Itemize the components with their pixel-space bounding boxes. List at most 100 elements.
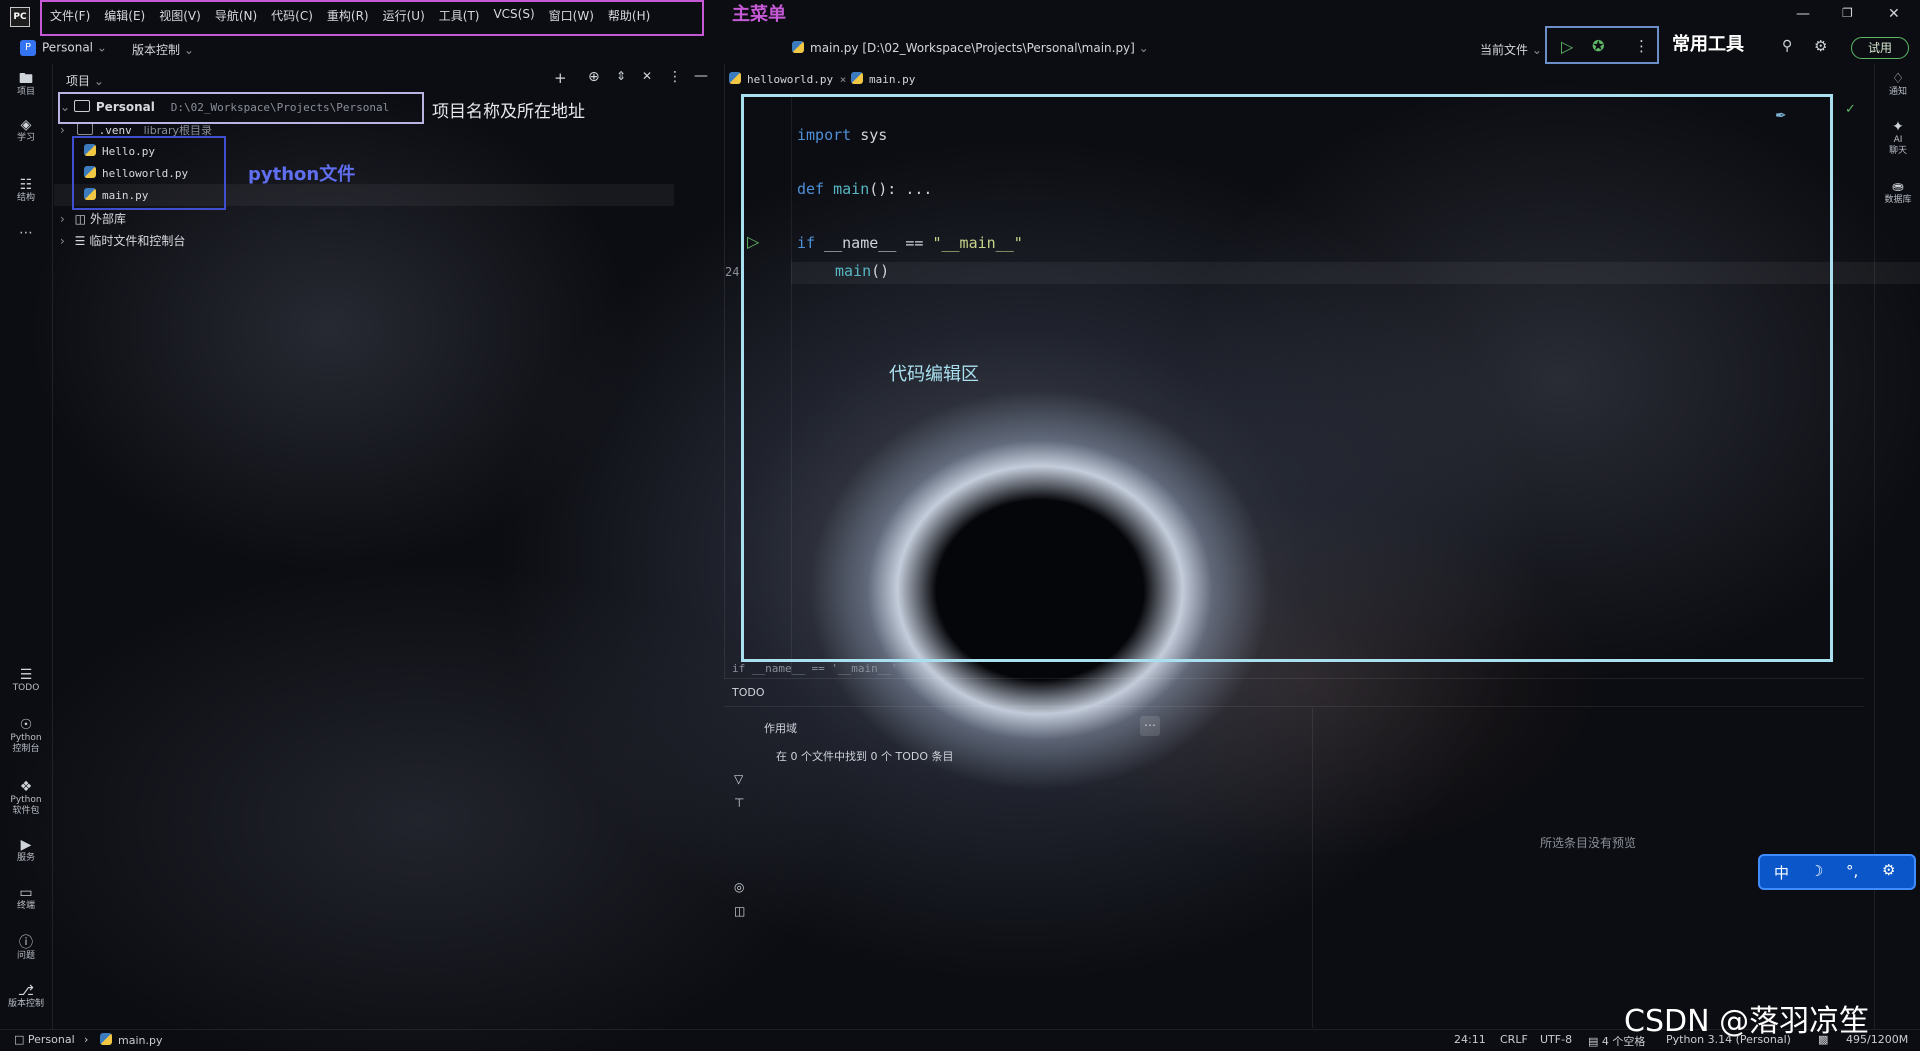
vcs-icon: ⎇ — [17, 983, 35, 999]
current-file-path[interactable]: main.py [D:\02_Workspace\Projects\Person… — [792, 41, 1149, 55]
tool-database-label: 数据库 — [1884, 195, 1912, 205]
tree-icon[interactable]: ⊤ — [734, 796, 744, 810]
annotation-editor-area: 代码编辑区 — [889, 364, 979, 385]
tab-todo[interactable]: TODO — [732, 686, 765, 699]
tool-structure[interactable]: ☷ 结构 — [0, 178, 52, 204]
python-packages-label-1: Python — [10, 795, 42, 805]
python-file-icon — [851, 72, 863, 84]
hide-panel-icon[interactable]: — — [694, 68, 708, 84]
tool-services[interactable]: ▶ 服务 — [0, 837, 52, 864]
tool-database[interactable]: ⛂ 数据库 — [1875, 180, 1920, 206]
python-file-icon — [792, 41, 804, 53]
project-panel-title-label: 项目 — [66, 74, 91, 88]
status-interpreter[interactable]: Python 3.14 (Personal) — [1666, 1033, 1791, 1046]
chevron-right-icon: › — [60, 234, 65, 248]
run-config-selector[interactable]: 当前文件 ⌄ — [1480, 41, 1542, 58]
project-switcher[interactable]: P Personal ⌄ — [20, 40, 107, 56]
status-line-separator[interactable]: CRLF — [1500, 1033, 1528, 1046]
more-tools-icon[interactable]: ⋯ — [0, 226, 52, 240]
gear-icon[interactable]: ⚙ — [1814, 37, 1827, 55]
collapse-all-icon[interactable]: ✕ — [642, 69, 652, 83]
tool-ai-chat[interactable]: ✦ AI 聊天 — [1875, 120, 1920, 157]
tab-main[interactable]: main.py — [851, 72, 915, 86]
moon-icon[interactable]: ☽ — [1810, 862, 1823, 880]
tool-learn[interactable]: ◈ 学习 — [0, 118, 52, 144]
options-icon[interactable]: ⋮ — [668, 69, 682, 85]
project-icon: P — [20, 40, 36, 56]
status-position[interactable]: 24:11 — [1454, 1033, 1486, 1046]
chevron-right-icon: › — [84, 1033, 89, 1046]
status-bar: □ Personal › main.py 24:11 CRLF UTF-8 ▤ … — [0, 1029, 1920, 1051]
scratches-icon: ☰ — [74, 234, 86, 248]
tool-python-console[interactable]: ☉ Python 控制台 — [0, 717, 52, 755]
project-panel-title[interactable]: 项目 ⌄ — [66, 72, 104, 89]
add-icon[interactable]: + — [554, 69, 567, 87]
ime-toolbar: 中 ☽ °, ⚙ — [1758, 854, 1916, 890]
restore-icon[interactable]: ❐ — [1842, 6, 1853, 20]
python-file-icon — [729, 72, 741, 84]
tool-learn-label: 学习 — [16, 133, 35, 143]
eye-icon[interactable]: ◎ — [734, 880, 744, 894]
annotation-tools: 常用工具 — [1672, 34, 1744, 55]
filter-icon[interactable]: ▽ — [734, 772, 743, 786]
preview-toggle-icon[interactable]: ◫ — [734, 904, 745, 918]
more-actions-icon[interactable]: ⋮ — [1634, 37, 1649, 55]
status-project-label: Personal — [27, 1033, 75, 1046]
preview-divider — [1312, 708, 1313, 1028]
python-console-icon: ☉ — [19, 717, 33, 733]
tool-problems[interactable]: ⓘ 问题 — [0, 936, 52, 962]
project-switcher-label: Personal — [42, 40, 94, 55]
tool-project[interactable]: 🖿 项目 — [0, 72, 52, 98]
file-path-label: main.py [D:\02_Workspace\Projects\Person… — [810, 41, 1135, 55]
expand-all-icon[interactable]: ⇕ — [616, 69, 626, 83]
tree-item-scratches[interactable]: › ☰ 临时文件和控制台 — [60, 232, 185, 249]
status-indent-label: 4 个空格 — [1601, 1035, 1646, 1048]
annotation-main-menu: 主菜单 — [732, 4, 786, 25]
ime-language[interactable]: 中 — [1774, 862, 1789, 883]
locate-icon[interactable]: ⊕ — [588, 69, 600, 85]
chevron-down-icon: ⌄ — [93, 74, 104, 88]
more-icon[interactable]: ⋯ — [1140, 716, 1160, 736]
tool-project-label: 项目 — [16, 87, 35, 97]
minimize-icon[interactable]: — — [1796, 6, 1810, 22]
lock-icon[interactable]: ▩ — [1818, 1033, 1828, 1046]
chevron-down-icon: ⌄ — [96, 40, 107, 55]
python-files-highlight — [72, 136, 226, 210]
breadcrumb[interactable]: if __name__ == '__main__' — [732, 662, 898, 675]
services-icon: ▶ — [20, 837, 32, 853]
debug-icon[interactable]: ✪ — [1592, 37, 1605, 55]
trial-button[interactable]: 试用 — [1851, 37, 1909, 59]
preview-empty-text: 所选条目没有预览 — [1540, 836, 1637, 850]
python-console-label-1: Python — [10, 733, 42, 743]
python-console-label-2: 控制台 — [12, 744, 40, 754]
status-encoding[interactable]: UTF-8 — [1540, 1033, 1572, 1046]
todo-icon: ☰ — [19, 667, 33, 683]
tool-todo[interactable]: ☰ TODO — [0, 667, 52, 694]
status-indent[interactable]: ▤ 4 个空格 — [1588, 1033, 1645, 1049]
scope-label[interactable]: 作用域 — [764, 720, 797, 736]
status-memory[interactable]: 495/1200M — [1846, 1033, 1908, 1046]
tool-terminal[interactable]: ▭ 终端 — [0, 886, 52, 912]
external-libraries-label: 外部库 — [89, 212, 126, 226]
vcs-widget[interactable]: 版本控制 ⌄ — [132, 41, 194, 58]
close-icon[interactable]: × — [840, 73, 847, 86]
run-icon[interactable]: ▷ — [1561, 37, 1573, 56]
tool-vcs[interactable]: ⎇ 版本控制 — [0, 983, 52, 1010]
status-file-label: main.py — [118, 1034, 163, 1047]
ai-chat-label-2: 聊天 — [1888, 146, 1907, 156]
punctuation-icon[interactable]: °, — [1846, 862, 1858, 880]
status-project[interactable]: □ Personal — [14, 1033, 75, 1046]
tab-helloworld[interactable]: helloworld.py × — [729, 72, 846, 86]
close-icon[interactable]: ✕ — [1888, 6, 1900, 22]
chevron-down-icon: ⌄ — [1531, 43, 1542, 57]
gear-icon[interactable]: ⚙ — [1882, 861, 1895, 879]
chevron-right-icon: › — [60, 123, 65, 137]
check-icon: ✓ — [1845, 102, 1856, 117]
tool-notifications[interactable]: ♢ 通知 — [1875, 72, 1920, 98]
status-file[interactable]: main.py — [100, 1033, 162, 1047]
project-name-highlight — [58, 92, 424, 124]
tool-services-label: 服务 — [16, 853, 35, 863]
tool-python-packages[interactable]: ❖ Python 软件包 — [0, 780, 52, 817]
tree-item-external-libraries[interactable]: › ◫ 外部库 — [60, 210, 126, 227]
search-icon[interactable]: ⚲ — [1782, 38, 1792, 54]
